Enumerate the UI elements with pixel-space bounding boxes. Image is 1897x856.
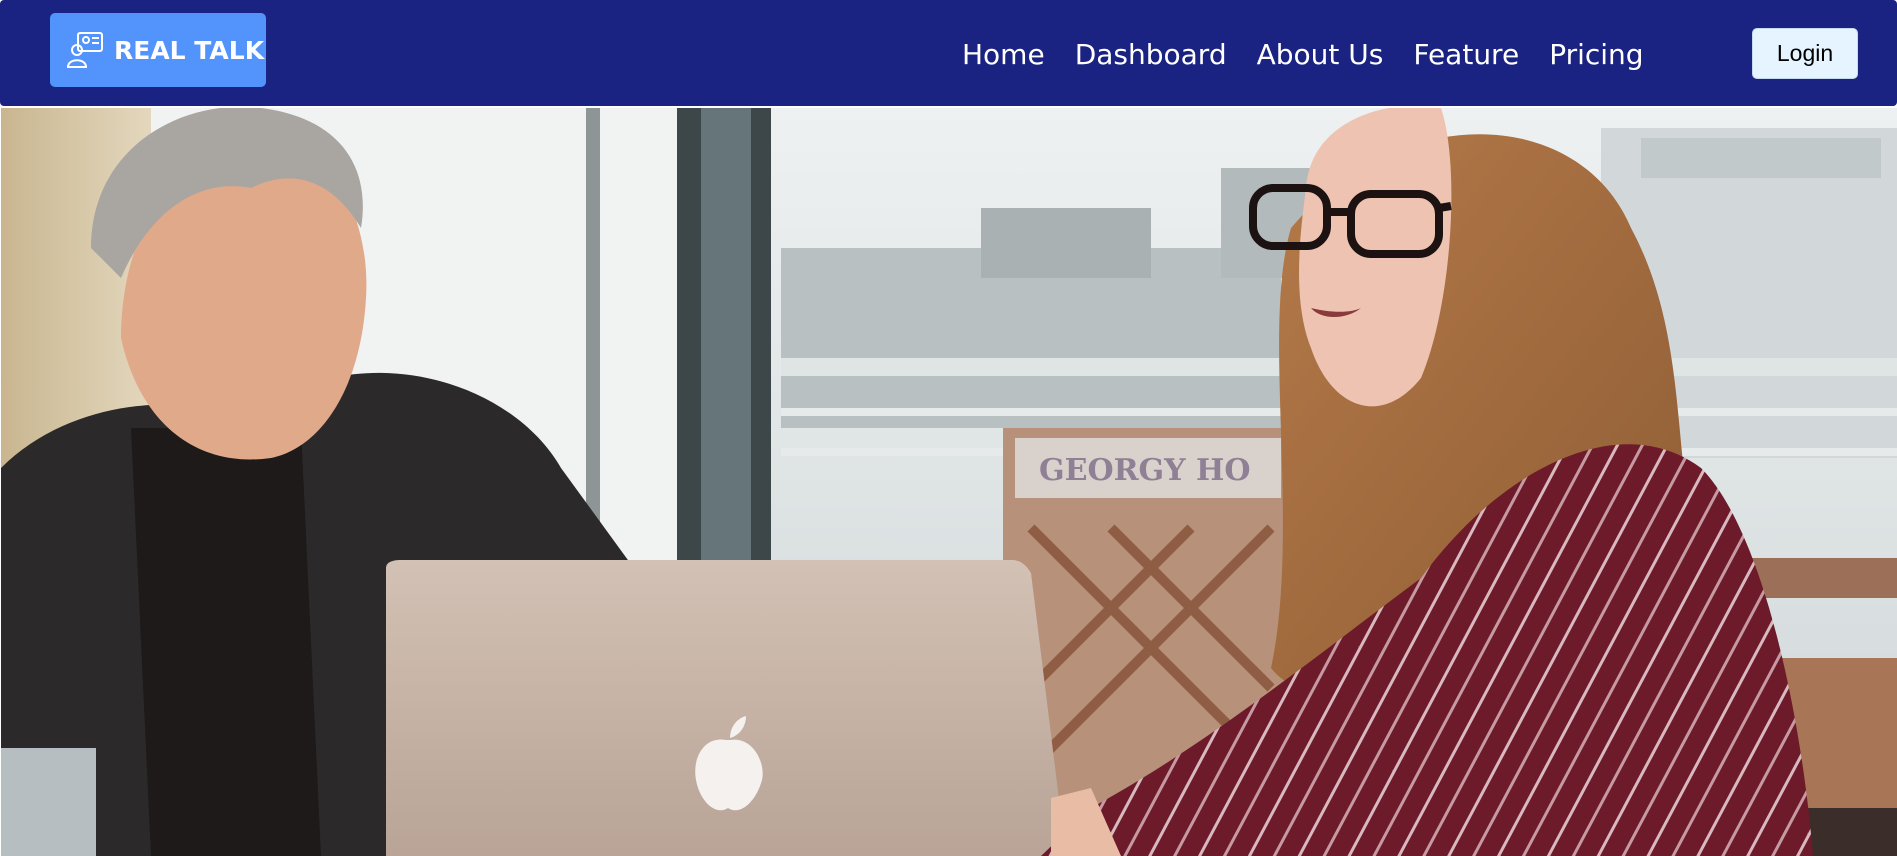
nav-home[interactable]: Home [962,38,1045,71]
hero-image: GEORGY HO [1,108,1897,856]
sign-text: GEORGY HO [1039,453,1251,488]
hero-photo: GEORGY HO [1,108,1897,856]
nav-feature[interactable]: Feature [1413,38,1519,71]
water-glass [1,748,96,856]
nav-dashboard[interactable]: Dashboard [1075,38,1227,71]
login-button[interactable]: Login [1752,28,1858,79]
brand-name: REAL TALK [114,35,265,65]
top-navbar: REAL TALK Home Dashboard About Us Featur… [0,0,1897,106]
laptop [386,560,1066,856]
main-nav: Home Dashboard About Us Feature Pricing [962,30,1644,78]
people-chat-icon [66,30,106,70]
brand-logo[interactable]: REAL TALK [50,13,266,87]
nav-about-us[interactable]: About Us [1257,38,1384,71]
nav-pricing[interactable]: Pricing [1549,38,1643,71]
